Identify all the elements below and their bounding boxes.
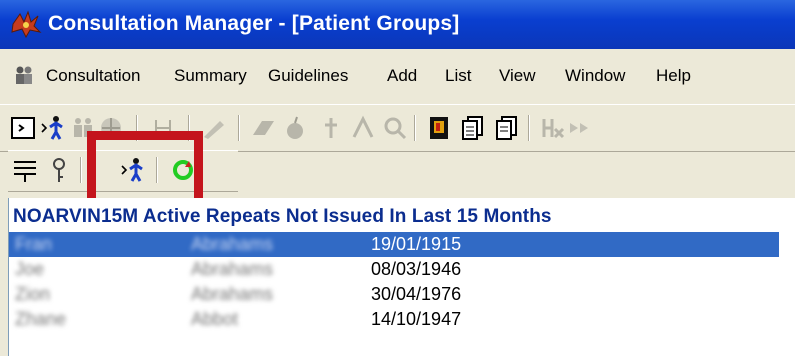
table-row[interactable]: Zion Abrahams 30/04/1976 — [9, 282, 779, 307]
patient-dob: 19/01/1915 — [371, 234, 462, 254]
menu-window[interactable]: Window — [565, 66, 625, 86]
pen-icon[interactable] — [200, 115, 226, 141]
patient-surname: Abbot — [191, 309, 239, 329]
list-icon[interactable] — [12, 157, 38, 183]
patient-surname: Abrahams — [191, 284, 274, 304]
patient-first-name: Fran — [15, 234, 53, 254]
patient-dob: 30/04/1976 — [371, 284, 462, 304]
arrows-icon[interactable] — [568, 115, 594, 141]
menu-list[interactable]: List — [445, 66, 471, 86]
menu-help[interactable]: Help — [656, 66, 691, 86]
table-row[interactable]: Fran Abrahams 19/01/1915 — [9, 232, 779, 257]
patient-surname: Abrahams — [191, 259, 274, 279]
table-row[interactable]: Joe Abrahams 08/03/1946 — [9, 257, 779, 282]
menu-consultation[interactable]: Consultation — [46, 66, 141, 86]
title-bar[interactable]: Consultation Manager - [Patient Groups] — [0, 0, 795, 49]
menu-add[interactable]: Add — [387, 66, 417, 86]
window-title: Consultation Manager - [Patient Groups] — [48, 12, 460, 35]
menu-bar: Consultation Summary Guidelines Add List… — [0, 62, 795, 92]
menu-summary[interactable]: Summary — [174, 66, 247, 86]
toolbar-separator — [414, 115, 416, 141]
apple-icon[interactable] — [282, 115, 308, 141]
book-icon[interactable] — [426, 115, 452, 141]
figure-icon[interactable] — [350, 115, 376, 141]
menu-view[interactable]: View — [499, 66, 536, 86]
copy-icon[interactable] — [460, 115, 486, 141]
patient-group-list: NOARVIN15M Active Repeats Not Issued In … — [8, 198, 795, 356]
patient-dob: 08/03/1946 — [371, 259, 462, 279]
search-doc-icon[interactable] — [382, 115, 408, 141]
toolbar-separator — [80, 157, 82, 183]
open-consultation-icon[interactable] — [10, 115, 36, 141]
patient-surname: Abrahams — [191, 234, 274, 254]
next-patient-icon[interactable] — [40, 115, 66, 141]
patient-first-name: Joe — [15, 259, 45, 279]
copy2-icon[interactable] — [494, 115, 520, 141]
menu-guidelines[interactable]: Guidelines — [268, 66, 348, 86]
patient-first-name: Zhane — [15, 309, 67, 329]
toolbar-separator — [238, 115, 240, 141]
medical-icon[interactable] — [318, 115, 344, 141]
key-icon[interactable] — [46, 157, 72, 183]
hx-icon[interactable] — [540, 115, 566, 141]
group-header: NOARVIN15M Active Repeats Not Issued In … — [13, 206, 552, 227]
patient-first-name: Zion — [15, 284, 51, 304]
table-row[interactable]: Zhane Abbot 14/10/1947 — [9, 307, 779, 332]
patient-dob: 14/10/1947 — [371, 309, 462, 329]
patient-group-menu-icon[interactable] — [12, 64, 36, 88]
app-logo-icon — [11, 10, 42, 38]
toolbar-separator — [528, 115, 530, 141]
eraser-icon[interactable] — [250, 115, 276, 141]
